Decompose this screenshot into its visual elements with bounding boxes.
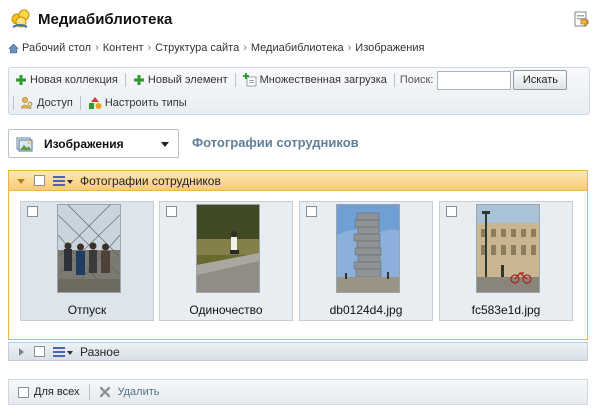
toolbar-row-secondary: Доступ Настроить типы [13, 92, 189, 114]
search-input[interactable] [437, 70, 512, 90]
media-tile[interactable]: Одиночество [159, 201, 293, 321]
collection-group-collapsed: Разное [8, 342, 588, 361]
breadcrumb-item[interactable]: Контент [103, 42, 144, 54]
media-tile-caption: fc583e1d.jpg [471, 303, 541, 317]
delete-button[interactable]: Удалить [99, 386, 159, 398]
breadcrumb-item[interactable]: Структура сайта [155, 42, 239, 54]
search-label: Поиск: [399, 74, 434, 86]
section-select[interactable]: Изображения [8, 129, 179, 158]
shapes-icon [88, 97, 102, 109]
delete-x-icon [100, 386, 111, 398]
group-title: Разное [80, 344, 120, 359]
group-header: Фотографии сотрудников [9, 171, 587, 191]
search-button[interactable]: Искать [513, 70, 568, 90]
collapse-triangle-icon[interactable] [14, 174, 28, 188]
delete-label: Удалить [117, 386, 160, 398]
new-collection-label: Новая коллекция [30, 74, 118, 86]
access-label: Доступ [37, 97, 73, 109]
new-element-button[interactable]: Новый элемент [131, 70, 230, 90]
toolbar-divider [79, 96, 81, 110]
page-title: Медиабиблиотека [38, 11, 173, 28]
media-tile-caption: db0124d4.jpg [329, 303, 403, 317]
collection-heading: Фотографии сотрудников [192, 135, 359, 150]
select-all-checkbox[interactable] [18, 386, 29, 398]
bulk-actions-bar: Для всех Удалить [8, 379, 588, 405]
media-tile[interactable]: Отпуск [20, 201, 154, 321]
section-select-value: Изображения [44, 136, 124, 151]
new-collection-button[interactable]: Новая коллекция [13, 70, 120, 90]
collection-group-expanded: Фотографии сотрудников Отпуск Одиночеств… [8, 170, 588, 340]
toolbar-divider [124, 73, 126, 87]
fence-group-photo-thumbnail [57, 204, 121, 293]
new-element-label: Новый элемент [147, 74, 228, 86]
media-library-logo-icon [11, 9, 30, 28]
breadcrumb-separator: › [243, 42, 247, 54]
configure-types-label: Настроить типы [104, 97, 187, 109]
media-grid: Отпуск Одиночество db0124d4.jpg fc583e1d… [20, 201, 580, 321]
images-folder-icon [16, 137, 33, 151]
person-on-stone-photo-thumbnail [196, 204, 260, 293]
list-view-menu-icon[interactable] [52, 175, 74, 187]
street-with-bicycle-photo-thumbnail [476, 204, 540, 293]
media-tile-checkbox[interactable] [446, 206, 457, 217]
users-key-icon [20, 97, 33, 109]
plus-icon [16, 75, 26, 85]
bulk-upload-label: Множественная загрузка [259, 74, 387, 86]
media-tile[interactable]: fc583e1d.jpg [439, 201, 573, 321]
breadcrumb-current: Изображения [355, 42, 425, 54]
home-icon[interactable] [8, 43, 19, 54]
access-button[interactable]: Доступ [18, 93, 75, 113]
list-view-menu-icon[interactable] [52, 346, 74, 358]
select-all-label: Для всех [34, 386, 80, 398]
breadcrumb-separator: › [347, 42, 352, 54]
breadcrumb-separator: › [95, 42, 99, 54]
group-select-checkbox[interactable] [34, 175, 45, 186]
media-tile-checkbox[interactable] [27, 206, 38, 217]
breadcrumb-item[interactable]: Медиабиблиотека [251, 42, 344, 54]
group-title: Фотографии сотрудников [80, 173, 221, 188]
breadcrumb: Рабочий стол › Контент › Структура сайта… [8, 41, 424, 55]
footer-divider [89, 384, 91, 400]
media-tile[interactable]: db0124d4.jpg [299, 201, 433, 321]
breadcrumb-separator: › [147, 42, 152, 54]
toolbar-divider [393, 73, 395, 87]
expand-triangle-icon[interactable] [14, 345, 28, 359]
toolbar-divider [234, 73, 236, 87]
plus-icon [133, 75, 144, 85]
chevron-down-icon [161, 141, 169, 147]
media-tile-checkbox[interactable] [306, 206, 317, 217]
media-tile-caption: Отпуск [67, 303, 107, 317]
toolbar-row-primary: Новая коллекция Новый элемент Множествен… [13, 69, 568, 91]
group-select-checkbox[interactable] [34, 346, 45, 357]
toolbar-divider [13, 96, 14, 110]
configure-types-button[interactable]: Настроить типы [86, 93, 189, 113]
app-header: Медиабиблиотека [0, 0, 600, 38]
bulk-upload-button[interactable]: Множественная загрузка [241, 70, 389, 90]
book-stack-sculpture-photo-thumbnail [336, 204, 400, 293]
media-tile-caption: Одиночество [189, 303, 263, 317]
breadcrumb-item[interactable]: Рабочий стол [22, 42, 91, 54]
media-tile-checkbox[interactable] [166, 206, 177, 217]
bulk-upload-icon [242, 73, 257, 87]
export-icon[interactable] [572, 10, 590, 28]
toolbar: Новая коллекция Новый элемент Множествен… [8, 67, 590, 115]
